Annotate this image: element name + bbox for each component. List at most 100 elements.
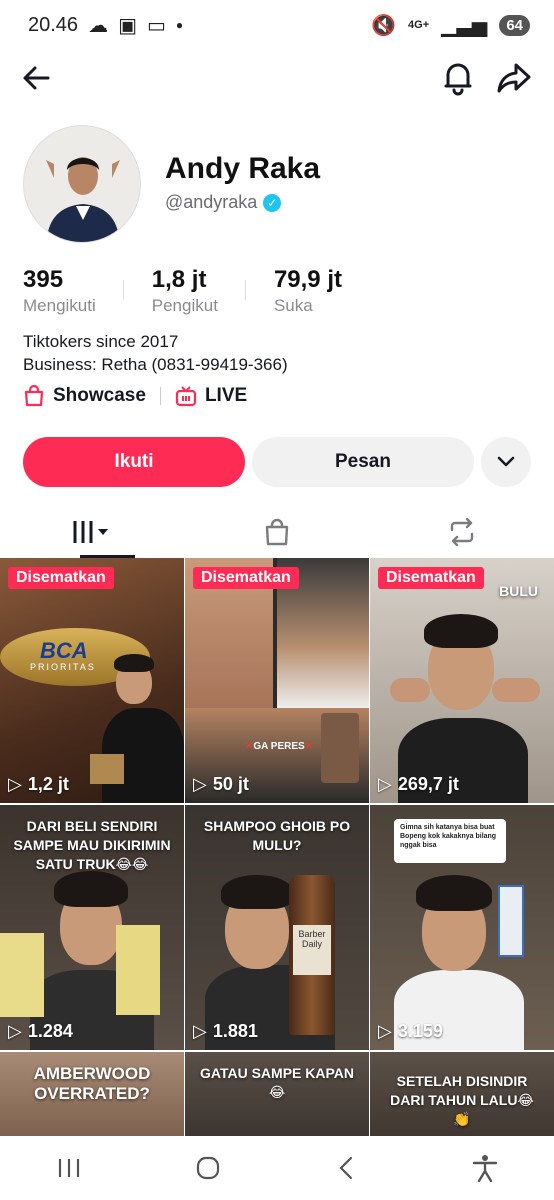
tab-videos[interactable] [0,506,185,558]
home-button[interactable] [188,1148,228,1188]
recent-apps-button[interactable] [49,1148,89,1188]
stat-likes[interactable]: 79,9 jt Suka [274,266,370,316]
comment-reply-bubble: Gimna sih katanya bisa buat Bopeng kok k… [394,819,506,863]
play-icon: ▷ [378,774,392,794]
shopping-bag-icon [265,518,289,546]
handle-text: @andyraka [165,192,258,212]
play-icon: ▷ [193,1021,207,1041]
battery-badge: 64 [499,14,530,36]
verified-badge-icon: ✓ [263,193,282,212]
back-arrow-icon[interactable] [20,61,54,95]
content-tabs [0,506,554,558]
more-suggestions-button[interactable] [481,437,531,487]
screenshot-icon: ▣ [118,14,137,37]
bio-line: Tiktokers since 2017 [23,332,179,351]
accessibility-button[interactable] [465,1148,505,1188]
stat-followers-label: Pengikut [151,296,218,315]
stat-likes-value: 79,9 jt [273,266,342,293]
video-thumbnail[interactable]: Gimna sih katanya bisa buat Bopeng kok k… [370,805,554,1050]
view-count: ▷ 3.159 [378,1021,443,1042]
product-tube [498,885,524,957]
chevron-down-icon [497,456,515,467]
cloud-icon: ☁ [88,14,109,37]
view-count-text: 1,2 jt [27,774,69,794]
live-label: LIVE [204,385,248,406]
tab-reposts[interactable] [369,506,554,558]
play-icon: ▷ [8,774,22,794]
stat-following-value: 395 [23,266,64,293]
person-hair [416,875,492,911]
view-count: ▷ 50 jt [193,774,249,795]
video-thumbnail[interactable]: SHAMPOO GHOIB PO MULU? Barber Daily ▷ 1.8… [185,805,369,1050]
view-count-text: 269,7 jt [397,774,459,794]
stat-following-label: Mengikuti [23,296,96,315]
view-count: ▷ 1.881 [193,1021,258,1042]
message-button[interactable]: Pesan [252,437,474,487]
video-grid-icon [73,521,109,543]
video-grid: BCA PRIORITAS Disematkan ▷ 1,2 jt ✕GA PER… [0,558,554,1140]
clock: 20.46 [28,13,79,36]
bell-icon[interactable] [440,59,476,97]
avatar[interactable] [23,125,141,243]
stat-likes-label: Suka [273,296,313,315]
person-hair [54,871,128,907]
product-box [116,925,160,1015]
play-icon: ▷ [193,774,207,794]
raised-arm [390,678,430,702]
video-caption: SHAMPOO GHOIB PO MULU? [203,818,351,853]
stat-followers-value: 1,8 jt [151,266,207,293]
view-count-text: 3.159 [397,1021,443,1041]
person-hair [424,614,498,648]
profile-links: Showcase LIVE [23,385,247,407]
person-hair [221,875,293,909]
view-count: ▷ 1.284 [8,1021,73,1042]
bca-logo-text: BCA [40,638,88,663]
video-thumbnail[interactable]: ✕GA PERES✕ Disematkan ▷ 50 jt [185,558,369,803]
live-link[interactable]: LIVE [175,385,247,407]
pinned-badge: Disematkan [8,567,114,589]
bio-line: Business: Retha (0831-99419-366) [23,355,288,374]
signal-icon: ▁▃▅ [441,14,488,37]
share-icon[interactable] [496,61,532,95]
stat-followers[interactable]: 1,8 jt Pengikut [151,266,247,316]
product-bottle [321,713,359,783]
video-thumbnail[interactable]: BCA PRIORITAS Disematkan ▷ 1,2 jt [0,558,184,803]
raised-arm [492,678,540,702]
divider [159,387,161,405]
back-button[interactable] [326,1148,366,1188]
ga-peres-text: GA PERES [253,741,305,752]
bottle-label: Barber Daily [293,925,331,975]
dot-icon: ● [175,18,184,32]
view-count-text: 1.284 [27,1021,73,1041]
avatar-photo [24,126,140,242]
follow-button[interactable]: Ikuti [23,437,245,487]
video-thumbnail[interactable]: SETELAH DISINDIR DARI TAHUN LALU😂👏 [370,1052,554,1140]
play-icon: ▷ [378,1021,392,1041]
live-tv-icon [175,386,197,407]
video-thumbnail[interactable]: GATAU SAMPE KAPAN😂 [185,1052,369,1140]
accessibility-icon [472,1155,497,1182]
video-thumbnail[interactable]: BULU Disematkan ▷ 269,7 jt [370,558,554,803]
bca-sub-text: PRIORITAS [30,662,96,672]
view-count-text: 50 jt [212,774,249,794]
stat-following[interactable]: 395 Mengikuti [23,266,124,316]
top-nav [0,55,554,101]
tab-shop[interactable] [185,506,370,558]
shopping-bag-icon [24,385,44,407]
mute-icon: 🔇 [371,14,397,37]
play-icon: ▷ [8,1021,22,1041]
showcase-link[interactable]: Showcase [23,385,146,407]
video-thumbnail[interactable]: DARI BELI SENDIRI SAMPE MAU DIKIRIMIN SA… [0,805,184,1050]
video-thumbnail[interactable]: AMBERWOOD OVERRATED? [0,1052,184,1140]
view-count-text: 1.881 [212,1021,258,1041]
pinned-badge: Disematkan [378,567,484,589]
person-hair [114,654,154,672]
envelope [90,754,124,784]
home-icon [196,1156,219,1180]
pinned-badge: Disematkan [193,567,299,589]
product-box [0,933,44,1017]
video-caption: DARI BELI SENDIRI SAMPE MAU DIKIRIMIN SA… [13,818,171,872]
comment-text: Gimna sih katanya bisa buat Bopeng kok k… [400,824,497,849]
showcase-label: Showcase [53,385,146,406]
profile-bio: Tiktokers since 2017 Business: Retha (08… [23,330,288,376]
